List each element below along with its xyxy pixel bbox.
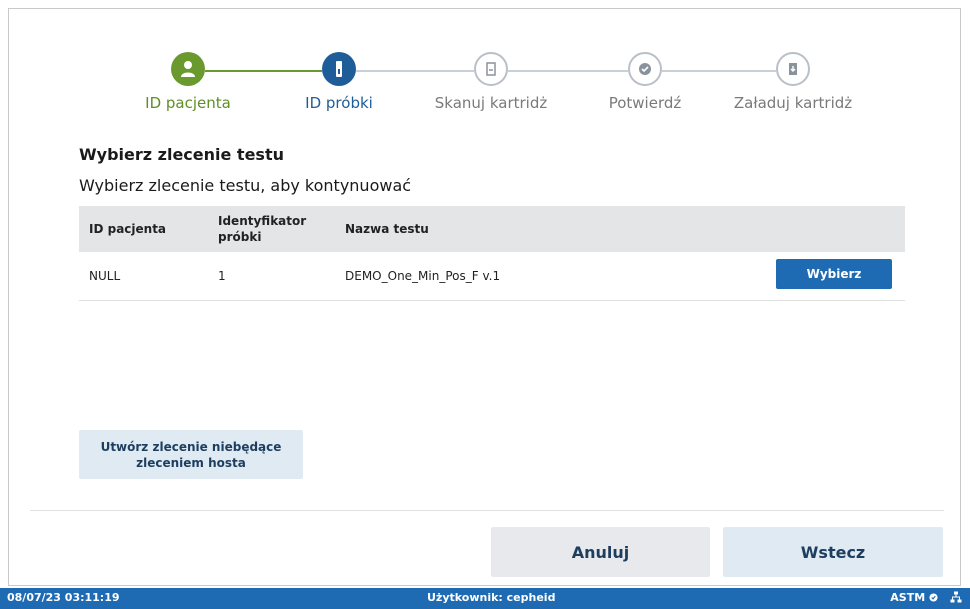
step-label: ID pacjenta: [145, 94, 231, 112]
network-icon: [950, 591, 962, 606]
back-button[interactable]: Wstecz: [723, 527, 943, 577]
table-header: ID pacjenta Identyfikator próbki Nazwa t…: [79, 206, 905, 252]
status-user: Użytkownik: cepheid: [427, 591, 556, 604]
select-button[interactable]: Wybierz: [776, 259, 892, 289]
cartridge-scan-icon: [474, 52, 508, 86]
check-icon: [628, 52, 662, 86]
step-confirm: Potwierdź: [570, 52, 720, 112]
step-sample-id: ID próbki: [264, 52, 414, 112]
cell-patient-id: NULL: [89, 269, 121, 283]
test-order-table: ID pacjenta Identyfikator próbki Nazwa t…: [79, 206, 905, 301]
cell-sample-id: 1: [218, 269, 226, 283]
status-datetime: 08/07/23 03:11:19: [7, 591, 120, 604]
step-label: ID próbki: [305, 94, 373, 112]
step-scan-cartridge: Skanuj kartridż: [416, 52, 566, 112]
progress-stepper: ID pacjenta ID próbki Skanuj kartridż Po…: [0, 0, 970, 130]
page-title: Wybierz zlecenie testu: [79, 145, 284, 164]
status-bar: 08/07/23 03:11:19 Użytkownik: cepheid AS…: [0, 588, 970, 609]
connection-status-icon: [929, 591, 938, 604]
step-label: Potwierdź: [608, 94, 682, 112]
protocol-label: ASTM: [890, 591, 926, 604]
column-header-test-name: Nazwa testu: [345, 222, 429, 236]
column-header-sample-id: Identyfikator próbki: [218, 214, 307, 244]
divider: [30, 510, 944, 511]
person-icon: [171, 52, 205, 86]
cell-test-name: DEMO_One_Min_Pos_F v.1: [345, 269, 501, 283]
status-protocol: ASTM: [890, 591, 938, 604]
step-load-cartridge: Załaduj kartridż: [718, 52, 868, 112]
sample-tube-icon: [322, 52, 356, 86]
step-label: Załaduj kartridż: [733, 94, 853, 112]
cancel-button[interactable]: Anuluj: [491, 527, 710, 577]
step-patient-id: ID pacjenta: [113, 52, 263, 112]
table-row: NULL 1 DEMO_One_Min_Pos_F v.1 Wybierz: [79, 252, 905, 301]
cartridge-load-icon: [776, 52, 810, 86]
column-header-patient-id: ID pacjenta: [89, 222, 167, 236]
instruction-text: Wybierz zlecenie testu, aby kontynuować: [79, 176, 412, 195]
step-label: Skanuj kartridż: [434, 94, 548, 112]
create-nonhost-order-button[interactable]: Utwórz zlecenie niebędące zleceniem host…: [79, 430, 303, 479]
